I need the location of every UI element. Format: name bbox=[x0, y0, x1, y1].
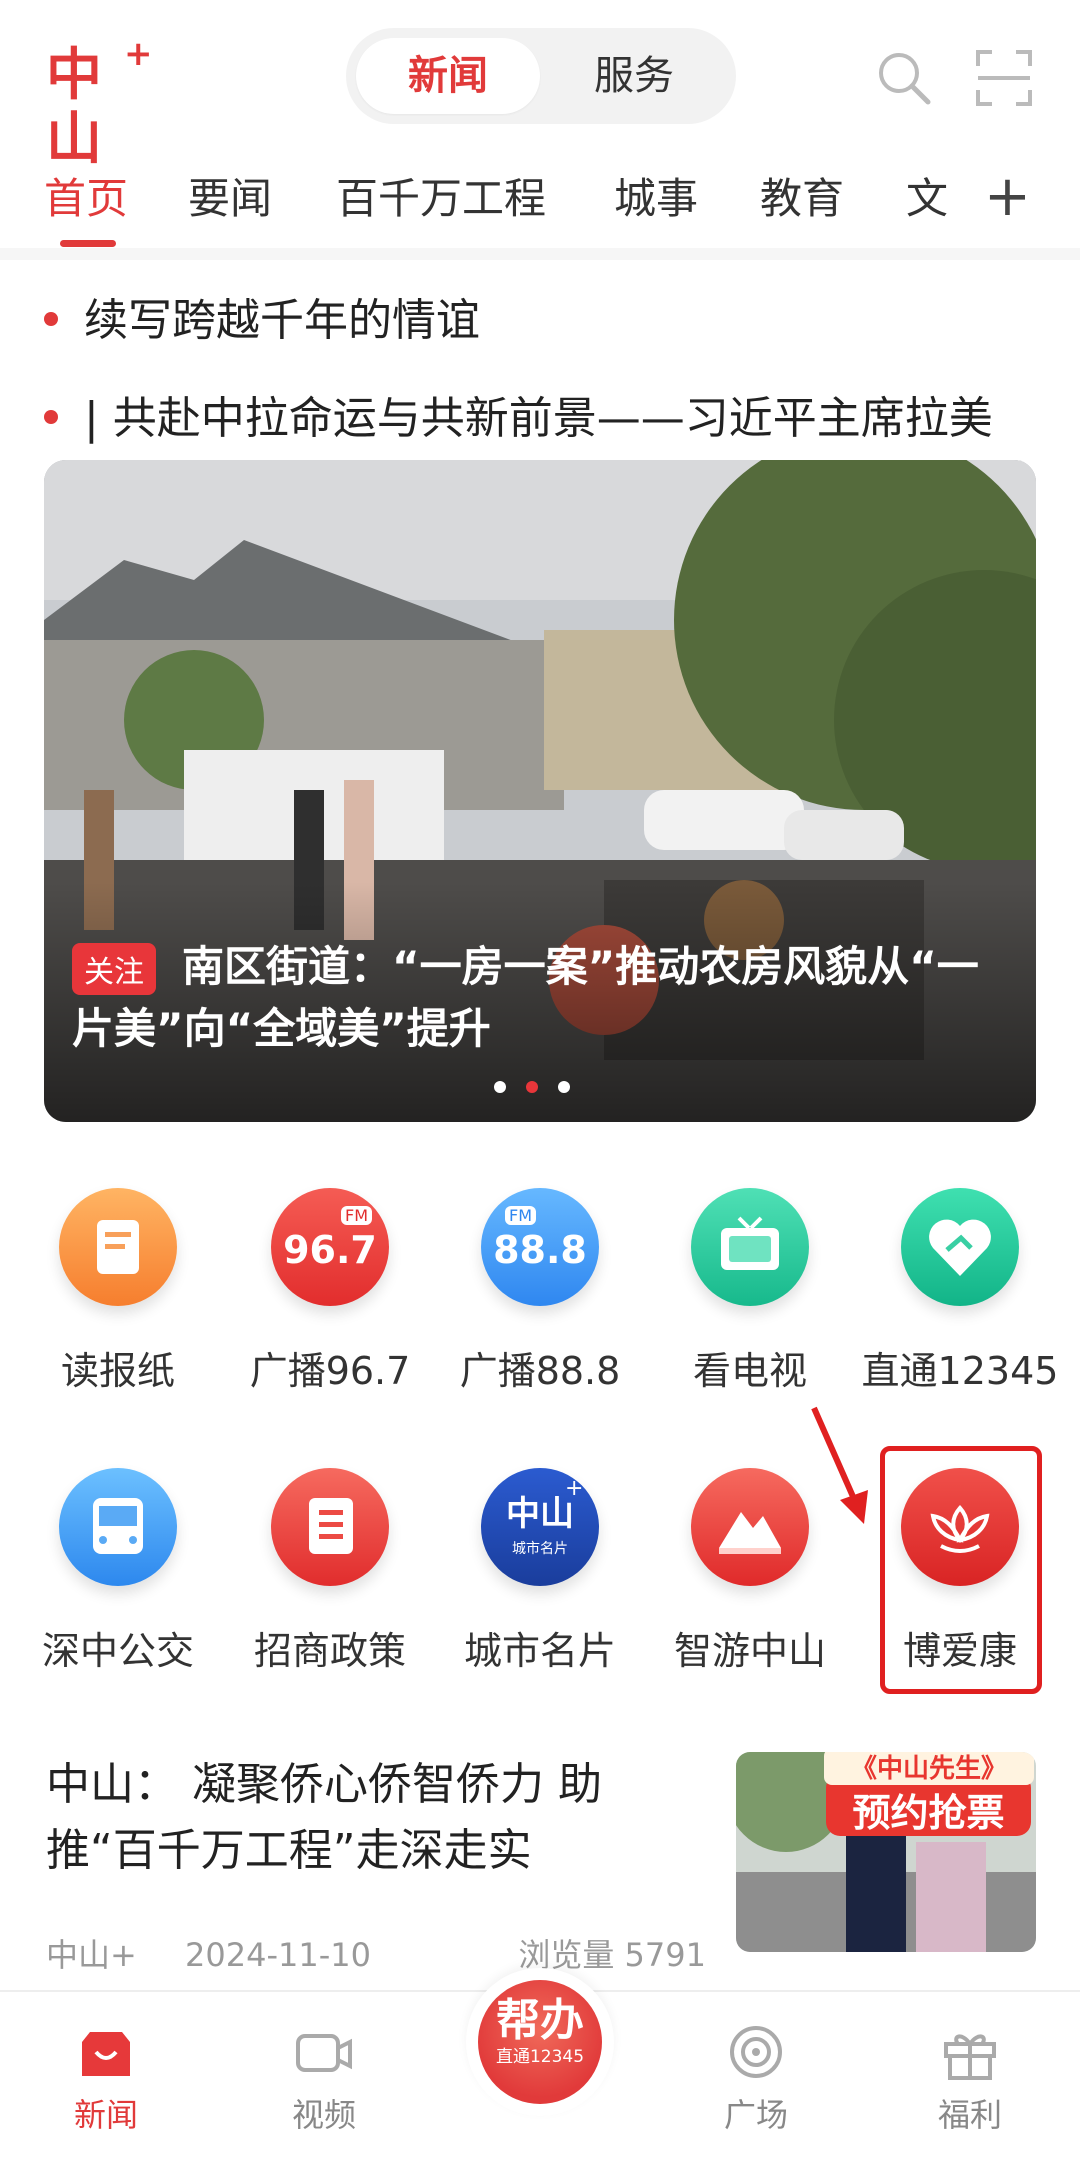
banner-tag: 关注 bbox=[72, 943, 156, 995]
tab-home[interactable]: 首页 bbox=[44, 164, 128, 234]
city-card-plus: + bbox=[565, 1476, 584, 1501]
headline-item[interactable]: 续写跨越千年的情谊 bbox=[44, 284, 1044, 348]
grid-label: 广播96.7 bbox=[249, 1349, 411, 1393]
grid-label: 智游中山 bbox=[673, 1629, 826, 1673]
video-camera-icon bbox=[296, 2034, 352, 2072]
frequency-text: 88.8 bbox=[493, 1228, 587, 1272]
grid-item-hotline-12345[interactable]: 直通12345 bbox=[860, 1188, 1060, 1395]
mountain-icon bbox=[691, 1468, 809, 1586]
frequency-text: 96.7 bbox=[283, 1228, 377, 1272]
featured-banner[interactable]: 南区街道：“一房一案”推动农房风貌从“一片美”向“全域美”提升 关注 bbox=[44, 460, 1036, 1122]
nav-label: 福利 bbox=[937, 2096, 1002, 2134]
news-title[interactable]: 中山： 凝聚侨心侨智侨力 助推“百千万工程”走深走实 bbox=[46, 1752, 706, 1884]
grid-item-read-newspaper[interactable]: 读报纸 bbox=[18, 1188, 218, 1395]
grid-label: 城市名片 bbox=[463, 1629, 616, 1673]
nav-label: 广场 bbox=[723, 2096, 788, 2134]
bottom-navigation: 新闻 视频 帮办 直通12345 广场 福利 bbox=[0, 1968, 1080, 2160]
grid-label: 招商政策 bbox=[253, 1629, 406, 1673]
news-thumbnail[interactable]: 《中山先生》 预约抢票 bbox=[736, 1752, 1036, 1952]
bullet-dot-icon bbox=[44, 312, 58, 326]
active-tab-indicator bbox=[60, 240, 116, 247]
grid-item-radio-88-8[interactable]: FM 88.8 广播88.8 bbox=[440, 1188, 640, 1395]
logo-plus: + bbox=[124, 34, 152, 74]
tab-education[interactable]: 教育 bbox=[760, 164, 844, 234]
fm-badge: FM bbox=[341, 1206, 373, 1225]
annotation-highlight-box bbox=[880, 1446, 1042, 1694]
grid-item-investment-policy[interactable]: 招商政策 bbox=[230, 1468, 430, 1675]
grid-label: 读报纸 bbox=[60, 1349, 175, 1393]
search-icon[interactable] bbox=[874, 48, 934, 108]
news-bag-icon bbox=[82, 2032, 130, 2076]
carousel-dot-active bbox=[526, 1081, 538, 1093]
segment-news[interactable]: 新闻 bbox=[356, 38, 540, 114]
thumb-title: 预约抢票 bbox=[852, 1791, 1005, 1835]
city-card-icon: 中山 + 城市名片 bbox=[481, 1468, 599, 1586]
tv-icon bbox=[691, 1188, 809, 1306]
carousel-dot bbox=[558, 1081, 570, 1093]
banner-title: 南区街道：“一房一案”推动农房风貌从“一片美”向“全域美”提升 bbox=[72, 942, 979, 1053]
nav-video[interactable]: 视频 bbox=[254, 2022, 394, 2136]
tab-culture[interactable]: 文 bbox=[906, 164, 948, 234]
carousel-indicator bbox=[494, 1078, 590, 1097]
target-icon bbox=[730, 2026, 782, 2078]
tab-project[interactable]: 百千万工程 bbox=[336, 164, 546, 234]
newspaper-icon bbox=[59, 1188, 177, 1306]
policy-book-icon bbox=[271, 1468, 389, 1586]
grid-label: 直通12345 bbox=[861, 1349, 1059, 1393]
nav-label: 新闻 bbox=[73, 2096, 138, 2134]
nav-label: 视频 bbox=[291, 2096, 356, 2134]
headline-text: | 共赴中拉命运与共新前景——习近平主席拉美 bbox=[84, 393, 993, 444]
scan-icon[interactable] bbox=[974, 48, 1034, 108]
news-date: 2024-11-10 bbox=[185, 1936, 371, 1974]
segment-service[interactable]: 服务 bbox=[542, 38, 726, 114]
gift-icon bbox=[944, 2034, 996, 2080]
logo-text: 中山 bbox=[46, 43, 102, 172]
headline-item[interactable]: | 共赴中拉命运与共新前景——习近平主席拉美 bbox=[44, 382, 1044, 446]
news-source: 中山+ bbox=[46, 1936, 137, 1974]
nav-news[interactable]: 新闻 bbox=[36, 2022, 176, 2136]
nav-welfare[interactable]: 福利 bbox=[900, 2022, 1040, 2136]
divider bbox=[0, 248, 1080, 260]
tab-important-news[interactable]: 要闻 bbox=[188, 164, 272, 234]
center-main-text: 帮办 bbox=[496, 1995, 584, 2046]
radio-96-7-icon: FM 96.7 bbox=[271, 1188, 389, 1306]
city-card-subtitle: 城市名片 bbox=[512, 1541, 568, 1557]
bullet-dot-icon bbox=[44, 410, 58, 424]
annotation-arrow-icon bbox=[811, 1406, 868, 1524]
grid-label: 看电视 bbox=[692, 1349, 807, 1393]
tab-city[interactable]: 城事 bbox=[614, 164, 698, 234]
grid-item-radio-96-7[interactable]: FM 96.7 广播96.7 bbox=[230, 1188, 430, 1395]
radio-88-8-icon: FM 88.8 bbox=[481, 1188, 599, 1306]
fm-badge: FM bbox=[505, 1206, 537, 1225]
news-meta: 中山+ 2024-11-10 浏览量 5791 bbox=[46, 1930, 706, 1976]
carousel-dot bbox=[494, 1081, 506, 1093]
bus-icon bbox=[59, 1468, 177, 1586]
center-sub-text: 直通12345 bbox=[495, 2047, 585, 2067]
app-logo: 中山 + bbox=[46, 34, 152, 172]
thumb-subtitle: 《中山先生》 bbox=[824, 1752, 1034, 1785]
headline-text: 续写跨越千年的情谊 bbox=[84, 295, 480, 346]
nav-plaza[interactable]: 广场 bbox=[686, 2022, 826, 2136]
grid-label: 广播88.8 bbox=[459, 1349, 621, 1393]
grid-item-city-card[interactable]: 中山 + 城市名片 城市名片 bbox=[440, 1468, 640, 1675]
add-tab-button[interactable]: + bbox=[984, 164, 1031, 230]
channel-tabs: 首页 要闻 百千万工程 城事 教育 文 + bbox=[0, 164, 1080, 250]
news-service-switch: 新闻 服务 bbox=[346, 28, 736, 124]
heart-hand-icon bbox=[901, 1188, 1019, 1306]
help-center-button[interactable]: 帮办 直通12345 bbox=[466, 1968, 614, 2116]
grid-label: 深中公交 bbox=[41, 1629, 194, 1673]
grid-item-watch-tv[interactable]: 看电视 bbox=[650, 1188, 850, 1395]
grid-item-bus[interactable]: 深中公交 bbox=[18, 1468, 218, 1675]
